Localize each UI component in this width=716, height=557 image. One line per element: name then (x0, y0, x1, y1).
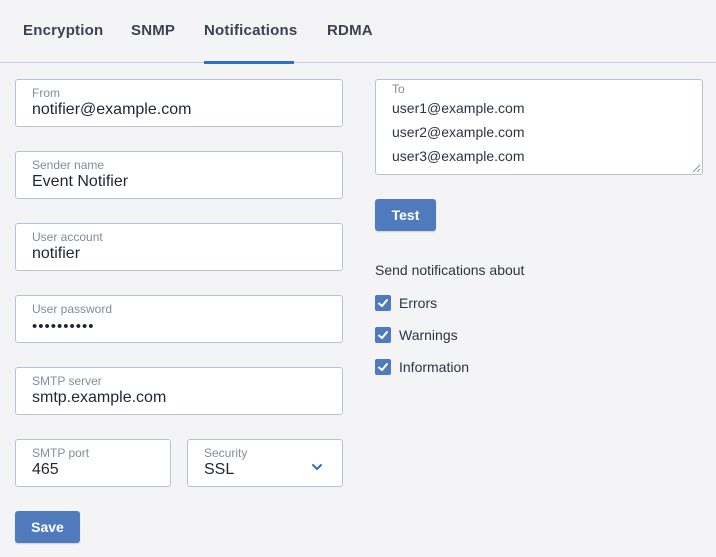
from-value[interactable]: notifier@example.com (32, 101, 191, 119)
smtp-server-value[interactable]: smtp.example.com (32, 389, 166, 407)
security-label: Security (204, 446, 248, 460)
errors-checkbox[interactable] (375, 295, 391, 311)
resize-grip-icon[interactable] (692, 164, 701, 173)
to-recipient: user3@example.com (392, 148, 525, 164)
tab-notifications[interactable]: Notifications (204, 22, 297, 64)
errors-option[interactable]: Errors (375, 294, 437, 312)
errors-label: Errors (399, 295, 438, 311)
warnings-label: Warnings (399, 327, 458, 343)
smtp-port-value[interactable]: 465 (32, 461, 59, 479)
chevron-down-icon[interactable] (310, 460, 324, 474)
checkmark-icon (378, 299, 388, 307)
to-recipient: user2@example.com (392, 124, 525, 140)
smtp-port-field[interactable]: SMTP port 465 (15, 439, 171, 487)
smtp-port-label: SMTP port (32, 446, 90, 460)
to-label: To (392, 82, 405, 96)
security-value: SSL (204, 461, 235, 478)
warnings-option[interactable]: Warnings (375, 326, 458, 344)
sender-name-field[interactable]: Sender name Event Notifier (15, 151, 343, 199)
sender-name-value[interactable]: Event Notifier (32, 173, 128, 191)
tab-rdma[interactable]: RDMA (327, 22, 373, 62)
warnings-checkbox[interactable] (375, 327, 391, 343)
tab-bar: Encryption SNMP Notifications RDMA (0, 0, 716, 64)
user-password-value[interactable]: •••••••••• (32, 318, 95, 335)
save-button[interactable]: Save (15, 511, 80, 543)
user-account-value[interactable]: notifier (32, 245, 80, 263)
checkmark-icon (378, 331, 388, 339)
tab-snmp[interactable]: SNMP (131, 22, 175, 62)
user-password-label: User password (32, 302, 113, 316)
test-button[interactable]: Test (375, 199, 436, 231)
to-recipient: user1@example.com (392, 100, 525, 116)
sender-name-label: Sender name (32, 158, 105, 172)
from-field[interactable]: From notifier@example.com (15, 79, 343, 127)
information-label: Information (399, 359, 470, 375)
from-label: From (32, 86, 60, 100)
notifications-section-title: Send notifications about (375, 262, 525, 278)
to-textarea[interactable]: To user1@example.com user2@example.com u… (375, 79, 703, 175)
smtp-server-field[interactable]: SMTP server smtp.example.com (15, 367, 343, 415)
to-recipient-list: user1@example.com user2@example.com user… (392, 100, 525, 172)
security-select[interactable]: Security SSL (187, 439, 343, 487)
user-account-field[interactable]: User account notifier (15, 223, 343, 271)
tab-encryption[interactable]: Encryption (23, 22, 103, 62)
information-option[interactable]: Information (375, 358, 469, 376)
user-password-field[interactable]: User password •••••••••• (15, 295, 343, 343)
information-checkbox[interactable] (375, 359, 391, 375)
smtp-server-label: SMTP server (32, 374, 102, 388)
user-account-label: User account (32, 230, 103, 244)
checkmark-icon (378, 363, 388, 371)
